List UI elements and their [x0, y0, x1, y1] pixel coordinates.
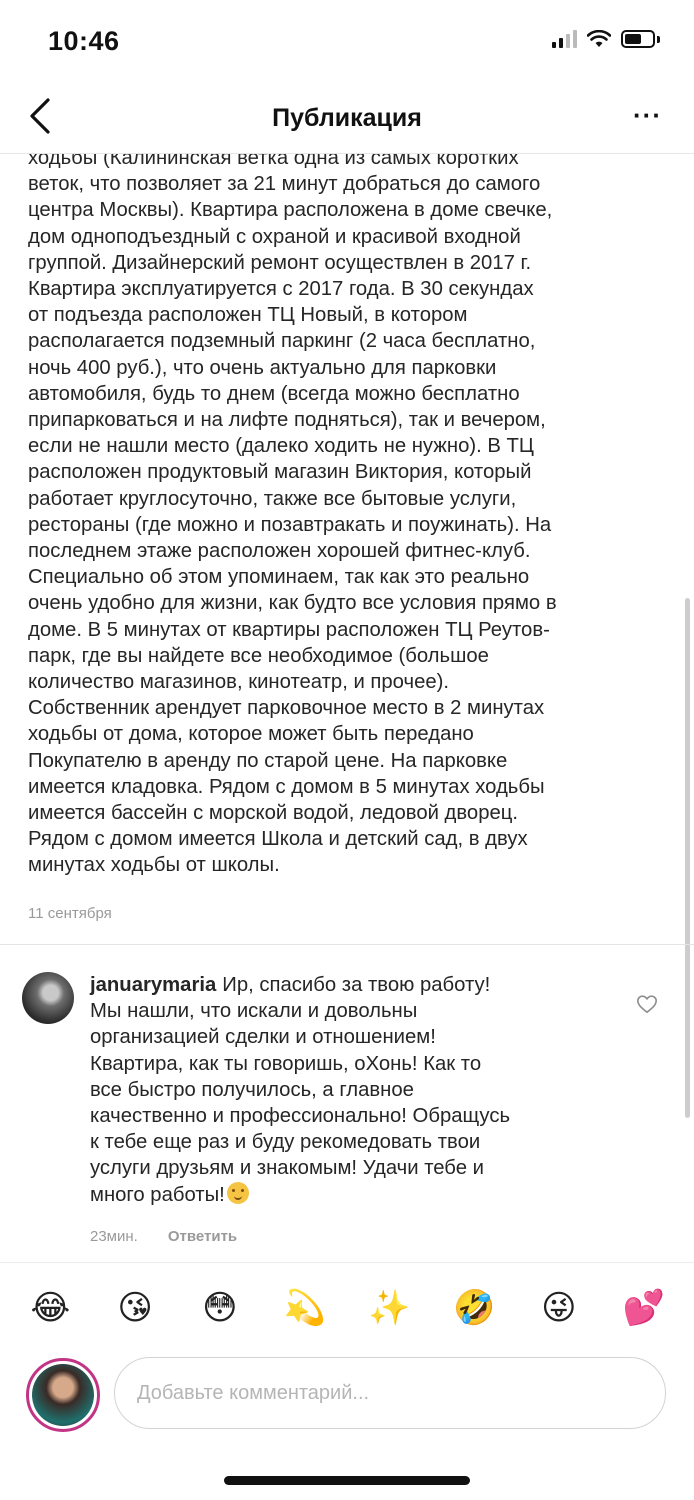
emoji-kiss-button[interactable]: 😘 [109, 1288, 161, 1328]
battery-icon [621, 30, 660, 48]
reply-button[interactable]: Ответить [168, 1228, 237, 1245]
comment-text: Ир, спасибо за твою работу! Мы нашли, чт… [90, 974, 511, 1206]
page-title: Публикация [272, 104, 422, 132]
status-icons [552, 30, 660, 48]
emoji-two-hearts-button[interactable]: 💕 [618, 1288, 670, 1328]
comment-item: januarymaria Ир, спасибо за твою работу! … [0, 960, 694, 1260]
nav-bar: Публикация ··· [0, 80, 694, 154]
comment-username[interactable]: januarymaria [90, 974, 216, 996]
emoji-flushed-button[interactable]: 😳 [194, 1288, 246, 1328]
divider [0, 944, 694, 945]
emoji-tears-of-joy-button[interactable]: 😂 [24, 1288, 76, 1328]
more-options-icon[interactable]: ··· [633, 100, 662, 131]
post-date: 11 сентября [28, 905, 112, 922]
comment-body: januarymaria Ир, спасибо за твою работу! … [90, 972, 610, 1208]
status-bar: 10:46 [0, 0, 694, 80]
like-heart-icon[interactable] [636, 993, 658, 1015]
home-indicator[interactable] [224, 1476, 470, 1485]
post-caption: ходьбы (Калининская ветка одна из самых … [28, 154, 557, 877]
emoji-sparkles-button[interactable]: ✨ [363, 1288, 415, 1328]
wifi-icon [587, 30, 611, 47]
comment-time: 23мин. [90, 1228, 138, 1245]
comment-input[interactable] [114, 1357, 666, 1429]
post-caption-area: ходьбы (Калининская ветка одна из самых … [0, 154, 694, 944]
current-user-avatar[interactable] [26, 1358, 100, 1432]
status-time: 10:46 [48, 26, 120, 56]
emoji-wink-tongue-button[interactable]: 😜 [533, 1288, 585, 1328]
quick-emoji-bar: 😂 😘 😳 💫 ✨ 🤣 😜 💕 [0, 1262, 694, 1352]
commenter-avatar[interactable] [22, 972, 74, 1024]
emoji-rofl-button[interactable]: 🤣 [448, 1288, 500, 1328]
comment-composer [0, 1352, 694, 1442]
emoji-dizzy-button[interactable]: 💫 [279, 1288, 331, 1328]
comment-meta: 23мин. Ответить [90, 1228, 237, 1245]
smiling-face-emoji-icon [226, 1181, 249, 1204]
cellular-signal-icon [552, 30, 577, 48]
